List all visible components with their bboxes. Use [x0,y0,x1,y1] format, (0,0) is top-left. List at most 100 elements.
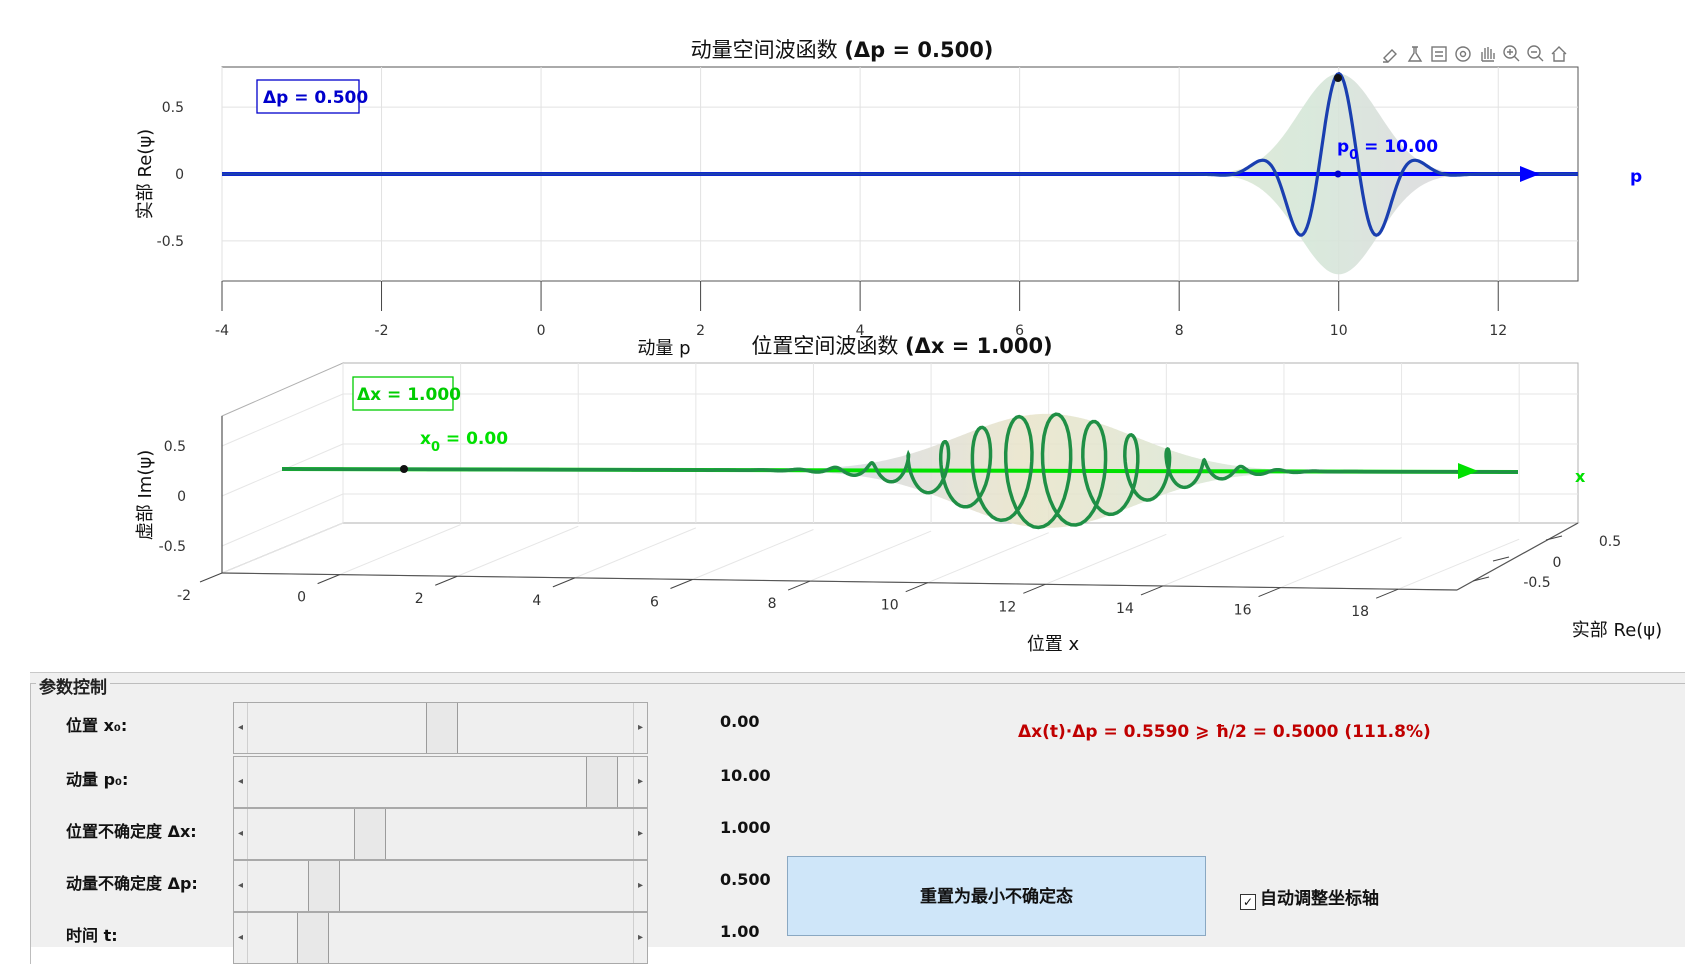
momentum-x-tick-label: 8 [1175,323,1184,339]
slider-right-arrow-icon[interactable]: ▸ [633,809,647,859]
slider-left-arrow-icon[interactable]: ◂ [234,703,248,753]
position-legend-text: Δx = 1.000 [357,385,461,405]
position-x-tick-label: 4 [532,593,541,609]
momentum-x-tick-label: 12 [1489,323,1507,339]
position-x-tick [552,577,576,588]
momentum-x-tick-label: 10 [1330,323,1348,339]
auto-scale-label: 自动调整坐标轴 [1260,889,1379,909]
position-x-tick [787,580,811,591]
slider-thumb[interactable] [354,809,387,859]
momentum-y-tick-label: -0.5 [157,234,184,250]
momentum-x-tick-label: 0 [537,323,546,339]
slider-right-arrow-icon[interactable]: ▸ [633,913,647,963]
parameter-value: 1.00 [720,922,760,941]
position-y-tick-label: -0.5 [159,539,186,555]
position-x-tick [1376,588,1399,599]
position-x-tick [199,572,223,583]
parameter-label: 动量 p₀: [66,770,129,789]
position-x-tick-label: 12 [998,599,1016,615]
parameter-label: 动量不确定度 Δp: [66,874,198,893]
position-z-tick-label: -0.5 [1523,575,1550,591]
position-x-tick [435,575,458,586]
zoom-in-icon[interactable] [1503,45,1520,62]
data-cursor-icon[interactable] [1431,46,1447,62]
slider-left-arrow-icon[interactable]: ◂ [234,757,248,807]
slider-thumb[interactable] [307,861,340,911]
slider-thumb[interactable] [296,913,329,963]
auto-scale-checkbox[interactable]: ✓ 自动调整坐标轴 [1240,884,1379,910]
momentum-axes[interactable]: -4 -2 0 2 4 6 8 10 12 0.50-0.5 p p0 = 10.00 Δp =… [135,38,1642,359]
position-x-tick-label: 2 [415,591,424,607]
parameter-value: 10.00 [720,766,771,785]
axes-toolbar[interactable] [1383,45,1567,63]
parameter-label: 时间 t: [66,926,118,945]
momentum-x-ticks: -4 -2 0 2 4 6 8 10 12 [215,281,1507,339]
slider-left-arrow-icon[interactable]: ◂ [234,861,248,911]
momentum-x-label: 动量 p [637,338,690,359]
slider-right-arrow-icon[interactable]: ▸ [633,703,647,753]
position-axes[interactable]: -2 0 2 4 6 8 10 12 14 16 18 0.50-0.5 0.50-0.5 x x0… [135,334,1662,655]
position-x-tick [1258,587,1281,598]
momentum-y-tick-label: 0 [175,167,184,183]
momentum-title: 动量空间波函数 (Δp = 0.500) [691,38,994,62]
position-z-label: 实部 Re(ψ) [1572,620,1662,641]
momentum-x-tick-label: -2 [375,323,389,339]
parameter-row: 时间 t: ◂ ▸ 1.00 [30,912,790,974]
position-title: 位置空间波函数 (Δx = 1.000) [751,334,1052,358]
rotate-icon[interactable] [1455,46,1471,62]
position-x-tick-label: 14 [1116,601,1134,617]
flask-icon[interactable] [1407,46,1423,62]
parameter-value: 0.00 [720,712,760,731]
slider-right-arrow-icon[interactable]: ▸ [633,861,647,911]
momentum-legend-text: Δp = 0.500 [263,88,368,108]
position-y-tick-label: 0 [177,489,186,505]
position-x-tick [905,582,928,593]
momentum-center-marker [1334,170,1342,178]
position-x-label: 位置 x [1027,634,1080,655]
position-z-tick-label: 0.5 [1599,534,1621,550]
position-x-tick-label: 16 [1234,603,1252,619]
momentum-x-tick-label: -4 [215,323,229,339]
position-x-tick-label: 0 [297,590,306,606]
momentum-y-label: 实部 Re(ψ) [135,129,156,219]
position-y-tick-label: 0.5 [164,439,186,455]
momentum-y-tick-label: 0.5 [162,100,184,116]
parameter-label: 位置 x₀: [66,716,128,735]
position-center-marker [400,465,408,473]
pan-icon[interactable] [1481,47,1495,62]
position-axis-end-label: x [1575,467,1586,486]
position-x-tick-label: -2 [177,588,191,604]
position-x-tick-label: 10 [881,598,899,614]
position-x-tick [317,574,340,585]
position-x-tick [1023,583,1046,594]
zoom-out-icon[interactable] [1527,45,1544,62]
parameter-slider[interactable]: ◂ ▸ [233,912,648,964]
slider-thumb[interactable] [425,703,458,753]
position-x-tick-label: 18 [1351,604,1369,620]
reset-minimum-uncertainty-button[interactable]: 重置为最小不确定态 [787,856,1206,936]
parameter-slider[interactable]: ◂ ▸ [233,808,648,860]
parameter-value: 1.000 [720,818,771,837]
parameter-value: 0.500 [720,870,771,889]
position-y-label: 虚部 Im(ψ) [135,450,156,540]
position-x-tick-label: 8 [768,596,777,612]
momentum-x-tick-label: 2 [696,323,705,339]
slider-left-arrow-icon[interactable]: ◂ [234,913,248,963]
momentum-axis-end-label: p [1630,167,1642,187]
figure-canvas: -4 -2 0 2 4 6 8 10 12 0.50-0.5 p p0 = 10.00 Δp =… [135,38,1662,655]
momentum-y-ticks: 0.5 0 -0.5 [157,100,184,250]
parameter-slider[interactable]: ◂ ▸ [233,860,648,912]
checkbox-tick-icon[interactable]: ✓ [1240,894,1256,910]
slider-left-arrow-icon[interactable]: ◂ [234,809,248,859]
position-x-tick [670,579,693,589]
parameter-slider[interactable]: ◂ ▸ [233,756,648,808]
home-icon[interactable] [1551,46,1567,62]
parameter-slider[interactable]: ◂ ▸ [233,702,648,754]
slider-right-arrow-icon[interactable]: ▸ [633,757,647,807]
position-x-tick-label: 6 [650,594,659,610]
brush-icon[interactable] [1383,49,1397,63]
slider-thumb[interactable] [586,757,619,807]
uncertainty-readout: Δx(t)·Δp = 0.5590 ⩾ ħ/2 = 0.5000 (111.8%… [1018,722,1431,742]
position-floor [221,522,1580,591]
momentum-peak-marker [1334,74,1342,82]
